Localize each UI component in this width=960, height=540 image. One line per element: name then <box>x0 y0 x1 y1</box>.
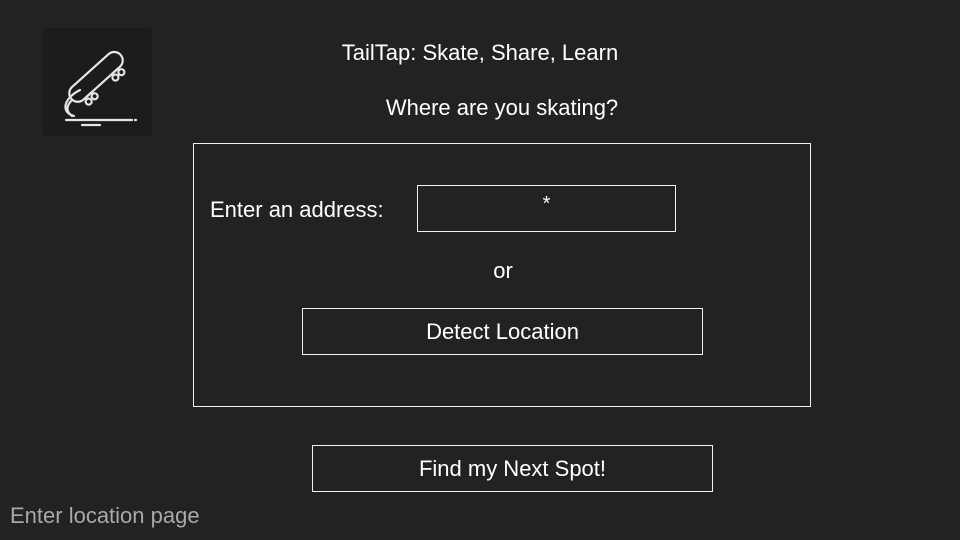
address-input[interactable] <box>417 185 676 232</box>
find-next-spot-button[interactable]: Find my Next Spot! <box>312 445 713 492</box>
or-separator: or <box>493 258 513 283</box>
app-logo <box>42 28 152 136</box>
detect-location-label: Detect Location <box>426 318 579 344</box>
detect-location-button[interactable]: Detect Location <box>302 308 703 355</box>
find-next-spot-label: Find my Next Spot! <box>418 455 607 481</box>
page-caption: Enter location page <box>10 503 200 528</box>
location-question: Where are you skating? <box>385 95 619 120</box>
app-title: TailTap: Skate, Share, Learn <box>341 40 619 65</box>
skateboard-icon <box>64 50 138 127</box>
address-label: Enter an address: <box>210 197 384 222</box>
